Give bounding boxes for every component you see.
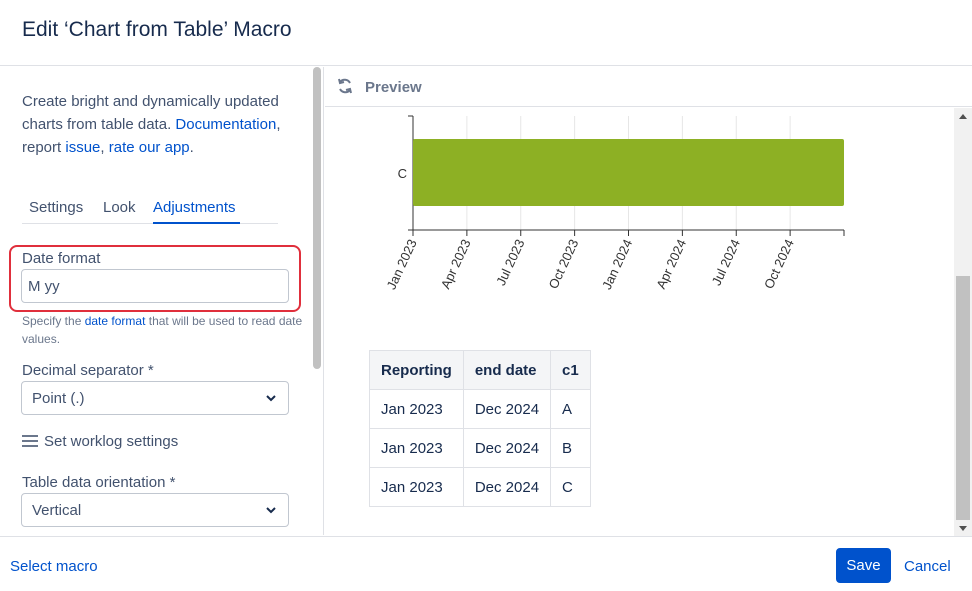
chart-bar — [413, 139, 844, 206]
x-tick-label: Oct 2023 — [545, 237, 581, 291]
preview-area: Jan 2023 Apr 2023 Jul 2023 Oct 2023 Jan 2024… — [325, 108, 955, 535]
settings-scroll-thumb[interactable] — [313, 67, 321, 369]
save-button[interactable]: Save — [836, 548, 891, 583]
preview-scroll-thumb[interactable] — [956, 276, 970, 520]
x-tick-label: Apr 2023 — [438, 237, 474, 291]
x-tick-label: Jan 2024 — [599, 237, 635, 292]
active-tab-indicator — [153, 222, 240, 224]
documentation-link[interactable]: Documentation — [175, 116, 276, 133]
table-cell: B — [550, 428, 591, 468]
table-cell: Dec 2024 — [462, 389, 552, 429]
table-header-row: Reporting end date c1 — [369, 350, 591, 390]
tab-adjustments[interactable]: Adjustments — [153, 199, 236, 216]
decimal-separator-select[interactable]: Point (.) — [21, 381, 289, 415]
date-format-input[interactable] — [21, 269, 289, 303]
table-header-cell: c1 — [550, 350, 591, 390]
x-tick-label: Apr 2024 — [653, 237, 689, 291]
orientation-label: Table data orientation * — [22, 474, 176, 491]
table-cell: C — [550, 467, 591, 507]
preview-label: Preview — [365, 79, 422, 96]
table-cell: Dec 2024 — [462, 467, 552, 507]
x-tick-label: Jul 2023 — [493, 237, 527, 288]
select-macro-link[interactable]: Select macro — [10, 558, 98, 575]
x-tick-label: Oct 2024 — [761, 237, 797, 291]
intro-text: Create bright and dynamically updated ch… — [22, 90, 304, 159]
refresh-icon[interactable] — [336, 77, 354, 95]
preview-header: Preview — [325, 67, 972, 107]
help-text-part: Specify the — [22, 314, 85, 328]
table-row: Jan 2023 Dec 2024 A — [369, 389, 591, 429]
table-header-cell: end date — [462, 350, 552, 390]
table-row: Jan 2023 Dec 2024 B — [369, 428, 591, 468]
settings-tabs: Settings Look Adjustments — [22, 196, 278, 224]
chevron-down-icon — [266, 395, 276, 402]
settings-scrollbar[interactable] — [311, 67, 323, 535]
settings-panel: Create bright and dynamically updated ch… — [0, 67, 324, 535]
date-format-label: Date format — [22, 250, 101, 267]
intro-text-part: , — [100, 139, 109, 156]
table-cell: Jan 2023 — [369, 467, 464, 507]
worklog-settings-label: Set worklog settings — [44, 433, 179, 450]
dialog-header: Edit ‘Chart from Table’ Macro — [0, 0, 972, 66]
table-cell: Dec 2024 — [462, 428, 552, 468]
cancel-button[interactable]: Cancel — [904, 558, 951, 575]
table-cell: Jan 2023 — [369, 389, 464, 429]
menu-icon — [22, 435, 38, 447]
rate-app-link[interactable]: rate our app — [109, 139, 190, 156]
intro-text-part: . — [189, 139, 194, 156]
tab-look[interactable]: Look — [103, 199, 136, 216]
chevron-down-icon — [266, 507, 276, 514]
table-cell: Jan 2023 — [369, 428, 464, 468]
date-format-link[interactable]: date format — [85, 314, 146, 328]
preview-scrollbar[interactable] — [954, 108, 972, 536]
report-issue-link[interactable]: issue — [65, 139, 100, 156]
gantt-chart: Jan 2023 Apr 2023 Jul 2023 Oct 2023 Jan 2024… — [384, 115, 845, 292]
decimal-separator-value: Point (.) — [32, 390, 85, 407]
table-cell: A — [550, 389, 591, 429]
y-tick-label: C — [398, 166, 407, 181]
orientation-value: Vertical — [32, 502, 82, 519]
dialog-title: Edit ‘Chart from Table’ Macro — [22, 18, 292, 41]
data-table: Reporting end date c1 Jan 2023 Dec 2024 … — [369, 350, 591, 507]
table-header-cell: Reporting — [369, 350, 464, 390]
tab-settings[interactable]: Settings — [29, 199, 83, 216]
x-tick-label: Jan 2023 — [384, 237, 420, 292]
scroll-up-arrow[interactable] — [959, 114, 967, 119]
x-tick-label: Jul 2024 — [709, 237, 743, 288]
worklog-settings-button[interactable]: Set worklog settings — [22, 433, 178, 450]
date-format-help: Specify the date format that will be use… — [22, 312, 304, 348]
decimal-separator-label: Decimal separator * — [22, 362, 154, 379]
table-row: Jan 2023 Dec 2024 C — [369, 467, 591, 507]
scroll-down-arrow[interactable] — [959, 526, 967, 531]
orientation-select[interactable]: Vertical — [21, 493, 289, 527]
dialog-footer: Select macro Save Cancel — [0, 536, 972, 591]
